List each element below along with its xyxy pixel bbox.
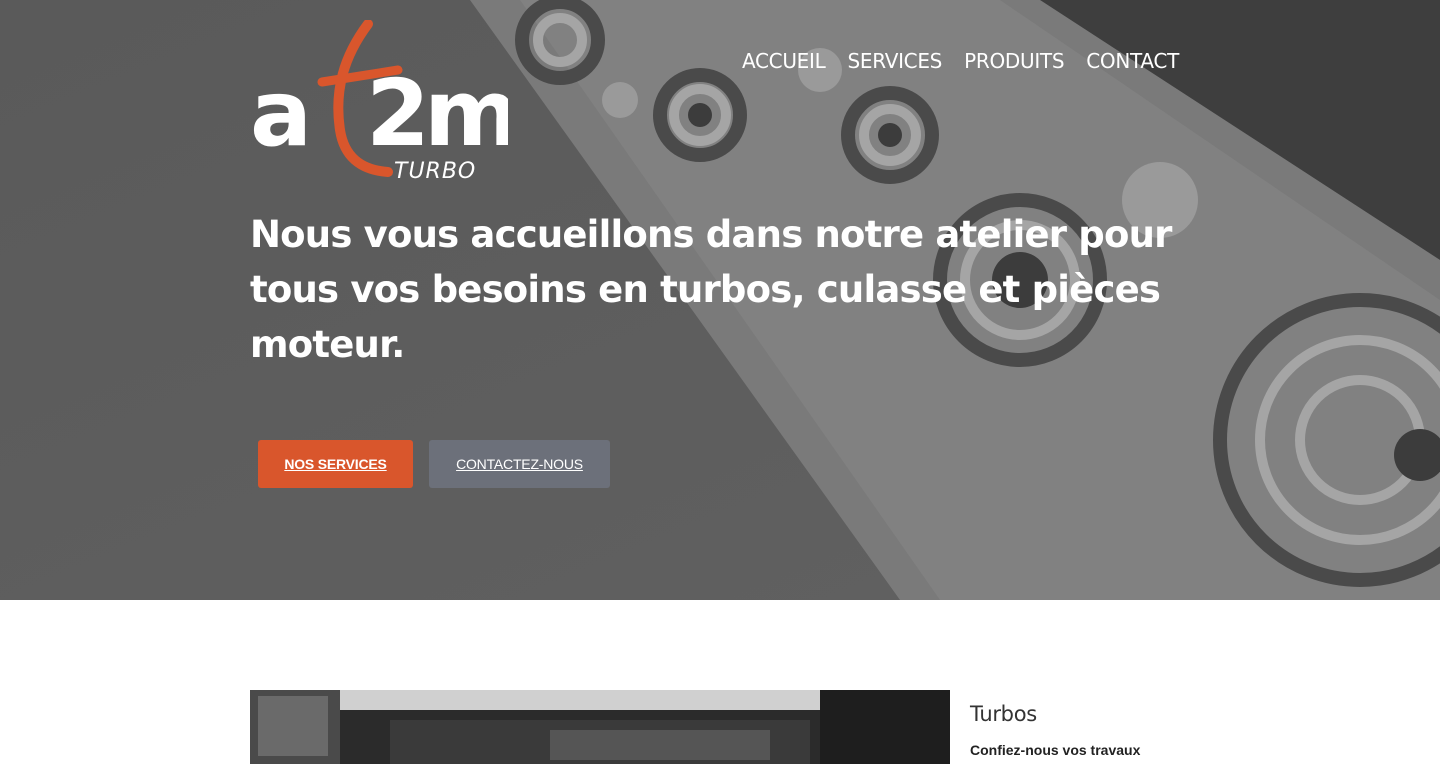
main-nav: ACCUEIL SERVICES PRODUITS CONTACT [742, 48, 1179, 74]
at2m-turbo-logo[interactable]: a 2m TURBO [248, 20, 508, 180]
svg-text:TURBO: TURBO [394, 159, 476, 180]
nos-services-button[interactable]: NOS SERVICES [258, 440, 413, 488]
workshop-photo [250, 690, 950, 764]
svg-text:2m: 2m [366, 60, 508, 167]
nav-item-accueil[interactable]: ACCUEIL [742, 48, 826, 74]
nav-item-services[interactable]: SERVICES [847, 48, 942, 74]
nav-item-contact[interactable]: CONTACT [1086, 48, 1179, 74]
contactez-nous-button[interactable]: CONTACTEZ-NOUS [429, 440, 610, 488]
section-title-turbos: Turbos [970, 702, 1037, 726]
hero-section: a 2m TURBO ACCUEIL SERVICES PRODUITS CON… [0, 0, 1440, 600]
nav-item-produits[interactable]: PRODUITS [964, 48, 1064, 74]
workshop-image [250, 690, 950, 764]
section-subtitle: Confiez-nous vos travaux [970, 742, 1141, 758]
svg-text:a: a [250, 60, 308, 167]
hero-headline: Nous vous accueillons dans notre atelier… [250, 207, 1180, 372]
